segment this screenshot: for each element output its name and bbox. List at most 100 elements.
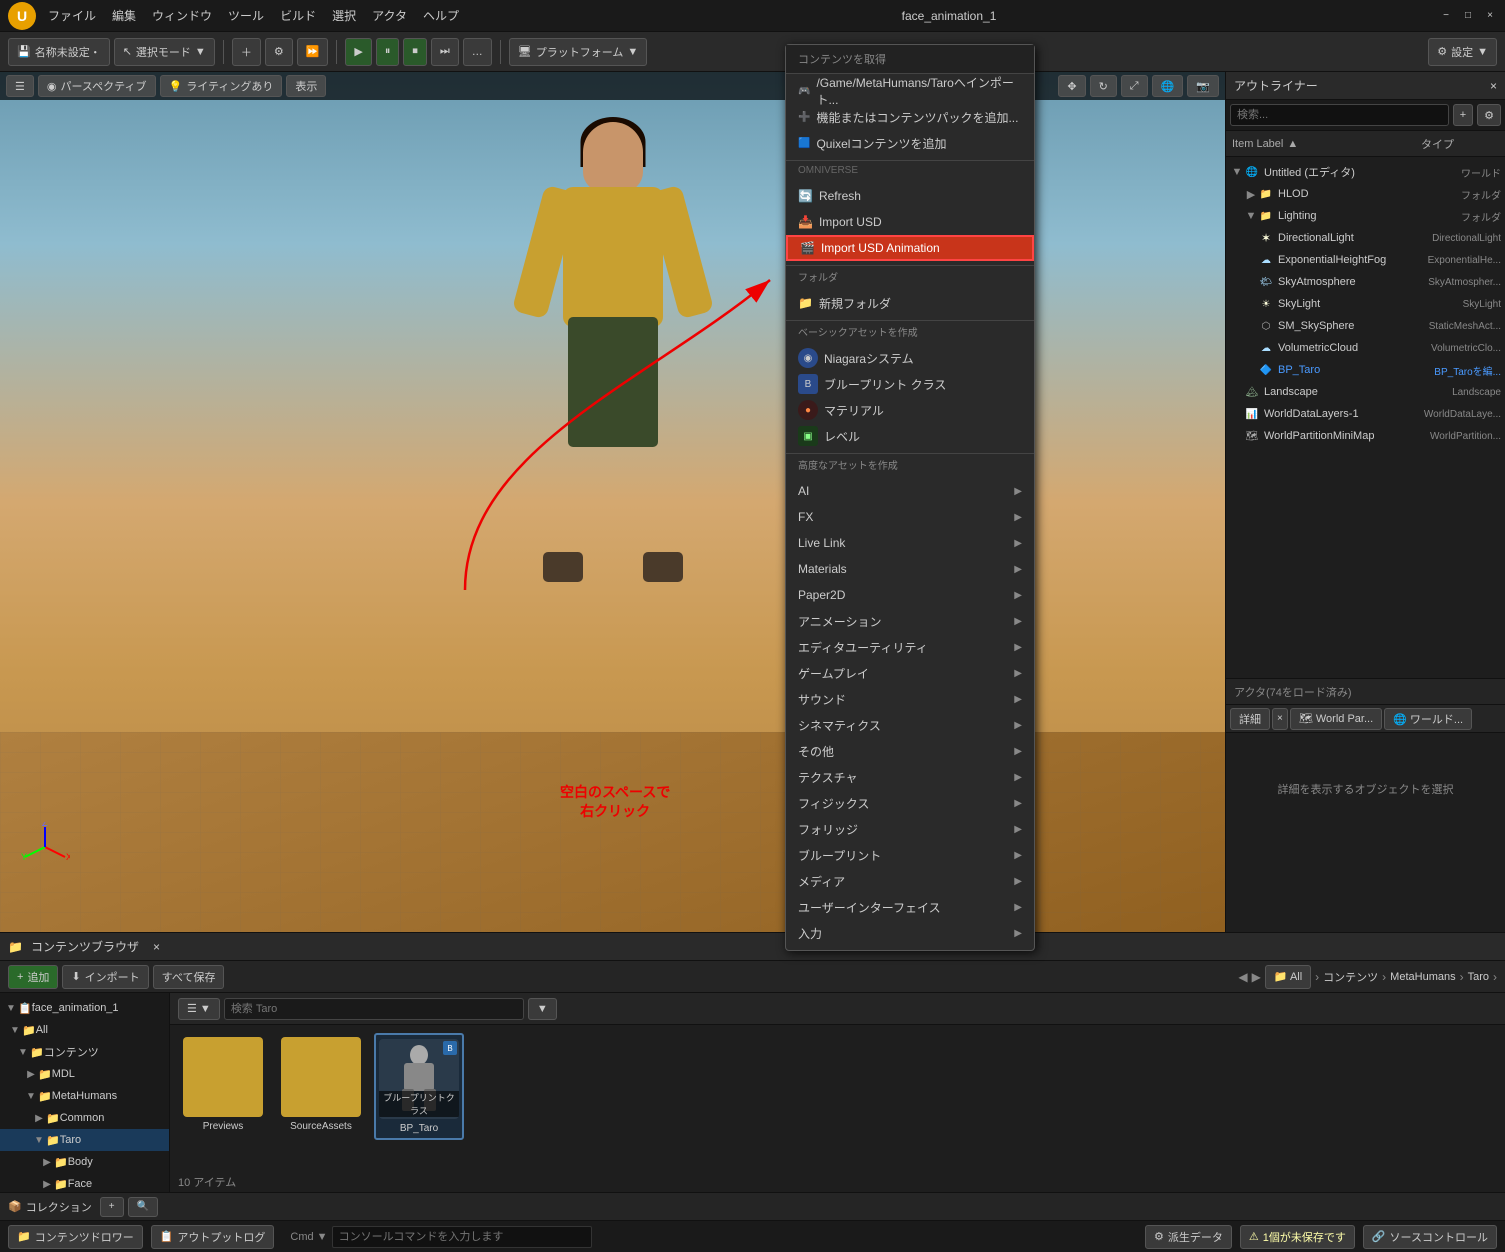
lighting-button[interactable]: 💡 ライティングあり — [160, 75, 283, 97]
ctx-paper2d[interactable]: Paper2D▶ — [786, 582, 1034, 608]
ctx-refresh[interactable]: 🔄 Refresh — [786, 183, 1034, 209]
tree-item-worldpart[interactable]: 🗺 WorldPartitionMiniMap WorldPartition..… — [1226, 425, 1505, 447]
ctx-editorutil[interactable]: エディタユーティリティ▶ — [786, 634, 1034, 660]
collection-search-button[interactable]: 🔍 — [128, 1197, 158, 1217]
play-button[interactable]: ▶ — [345, 38, 371, 66]
ctx-blueprint[interactable]: B ブループリント クラス — [786, 371, 1034, 397]
ctx-physics[interactable]: フィジックス▶ — [786, 790, 1034, 816]
outliner-settings-button[interactable]: ⚙ — [1477, 104, 1501, 126]
ctx-materials[interactable]: Materials▶ — [786, 556, 1034, 582]
ctx-material[interactable]: ● マテリアル — [786, 397, 1034, 423]
skip-button[interactable]: ⏭ — [431, 38, 459, 66]
outliner-tree[interactable]: ▼ 🌐 Untitled (エディタ) ワールド ▶ 📁 HLOD フォルダ ▼… — [1226, 157, 1505, 678]
all-btn[interactable]: 📁 All — [1265, 965, 1311, 989]
ctx-quixel[interactable]: 🟦 Quixelコンテンツを追加 — [786, 130, 1034, 156]
folder-face[interactable]: ▶ 📁 Face — [0, 1173, 169, 1192]
anim-button[interactable]: ⏩ — [297, 38, 329, 66]
folder-all[interactable]: ▼ 📁 All — [0, 1019, 169, 1041]
folder-project[interactable]: ▼ 📋 face_animation_1 — [0, 997, 169, 1019]
vp-move-button[interactable]: ✥ — [1058, 75, 1085, 97]
vp-scale-button[interactable]: ⤢ — [1121, 75, 1148, 97]
console-input[interactable] — [332, 1226, 592, 1248]
worldpar-tab[interactable]: 🗺 World Par... — [1290, 708, 1382, 730]
ctx-cinematic[interactable]: シネマティクス▶ — [786, 712, 1034, 738]
hamburger-button[interactable]: ☰ — [6, 75, 34, 97]
bread-taro[interactable]: Taro — [1468, 971, 1489, 983]
tree-item-untitled[interactable]: ▼ 🌐 Untitled (エディタ) ワールド — [1226, 161, 1505, 183]
tree-item-skysphere[interactable]: ⬡ SM_SkySphere StaticMeshAct... — [1226, 315, 1505, 337]
ctx-animation[interactable]: アニメーション▶ — [786, 608, 1034, 634]
close-button[interactable]: × — [1483, 9, 1497, 23]
platform-button[interactable]: 🖥 プラットフォーム ▼ — [509, 38, 648, 66]
folder-metahumans[interactable]: ▼ 📁 MetaHumans — [0, 1085, 169, 1107]
add-content-button[interactable]: + 追加 — [8, 965, 58, 989]
ctx-foliage[interactable]: フォリッジ▶ — [786, 816, 1034, 842]
pause-button[interactable]: ⏸ — [376, 38, 400, 66]
show-button[interactable]: 表示 — [286, 75, 326, 97]
ctx-input[interactable]: 入力▶ — [786, 920, 1034, 946]
vp-rotate-button[interactable]: ↻ — [1090, 75, 1117, 97]
details-tab[interactable]: 詳細 — [1230, 708, 1270, 730]
ctx-level[interactable]: ▣ レベル — [786, 423, 1034, 449]
save-button[interactable]: 💾 名称未設定・ — [8, 38, 110, 66]
mode-button[interactable]: ↖ 選択モード ▼ — [114, 38, 215, 66]
ctx-import-usd-anim[interactable]: 🎬 Import USD Animation — [786, 235, 1034, 261]
folder-contents[interactable]: ▼ 📁 コンテンツ — [0, 1041, 169, 1063]
settings2-button[interactable]: ⚙ — [265, 38, 293, 66]
tree-item-skylight[interactable]: ☀ SkyLight SkyLight — [1226, 293, 1505, 315]
tree-item-skyatm[interactable]: 🌤 SkyAtmosphere SkyAtmospher... — [1226, 271, 1505, 293]
viewport[interactable]: ☰ ◉ パースペクティブ 💡 ライティングあり 表示 ✥ ↻ ⤢ 🌐 📷 — [0, 72, 1225, 932]
detail-close-button[interactable]: × — [1272, 708, 1288, 730]
minimize-button[interactable]: − — [1439, 9, 1453, 23]
col-label-header[interactable]: Item Label ▲ — [1226, 138, 1415, 150]
tree-item-heightfog[interactable]: ☁ ExponentialHeightFog ExponentialHe... — [1226, 249, 1505, 271]
tree-item-worlddata[interactable]: 📊 WorldDataLayers-1 WorldDataLaye... — [1226, 403, 1505, 425]
col-type-header[interactable]: タイプ — [1415, 136, 1505, 152]
tree-item-landscape[interactable]: 🏔 Landscape Landscape — [1226, 381, 1505, 403]
bread-content[interactable]: コンテンツ — [1323, 969, 1378, 985]
tree-item-volcloud[interactable]: ☁ VolumetricCloud VolumetricClo... — [1226, 337, 1505, 359]
ctx-add-feature[interactable]: ➕ 機能またはコンテンツパックを追加... — [786, 104, 1034, 130]
content-search-input[interactable] — [224, 998, 524, 1020]
folder-body[interactable]: ▶ 📁 Body — [0, 1151, 169, 1173]
ctx-texture[interactable]: テクスチャ▶ — [786, 764, 1034, 790]
menu-edit[interactable]: 編集 — [112, 7, 136, 24]
content-area[interactable]: Previews SourceAssets — [170, 1025, 1505, 1172]
search-dropdown-button[interactable]: ▼ — [528, 998, 557, 1020]
folder-common[interactable]: ▶ 📁 Common — [0, 1107, 169, 1129]
tree-item-directionallight[interactable]: ✶ DirectionalLight DirectionalLight — [1226, 227, 1505, 249]
ctx-import-metahumans[interactable]: 🎮 /Game/MetaHumans/Taroへインポート... — [786, 78, 1034, 104]
maximize-button[interactable]: □ — [1461, 9, 1475, 23]
menu-file[interactable]: ファイル — [48, 7, 96, 24]
world-tab[interactable]: 🌐 ワールド... — [1384, 708, 1472, 730]
content-item-sourceassets[interactable]: SourceAssets — [276, 1033, 366, 1140]
vp-camera-button[interactable]: 📷 — [1187, 75, 1219, 97]
ctx-sound[interactable]: サウンド▶ — [786, 686, 1034, 712]
content-item-previews[interactable]: Previews — [178, 1033, 268, 1140]
folder-tree[interactable]: ▼ 📋 face_animation_1 ▼ 📁 All ▼ 📁 コンテンツ ▶… — [0, 993, 170, 1192]
ctx-niagara[interactable]: ◉ Niagaraシステム — [786, 345, 1034, 371]
source-control-button[interactable]: 🔗 ソースコントロール — [1363, 1225, 1497, 1249]
bread-metahumans[interactable]: MetaHumans — [1390, 971, 1455, 983]
outliner-search-input[interactable] — [1230, 104, 1449, 126]
menu-window[interactable]: ウィンドウ — [152, 7, 212, 24]
content-item-bptaro[interactable]: ブループリントクラス B BP_Taro — [374, 1033, 464, 1140]
forward-button[interactable]: ▶ — [1252, 970, 1261, 984]
menu-build[interactable]: ビルド — [280, 7, 316, 24]
menu-help[interactable]: ヘルプ — [423, 7, 459, 24]
derive-data-button[interactable]: ⚙ 派生データ — [1145, 1225, 1232, 1249]
vp-world-button[interactable]: 🌐 — [1152, 75, 1184, 97]
unsaved-button[interactable]: ⚠ 1個が未保存です — [1240, 1225, 1355, 1249]
ctx-other[interactable]: その他▶ — [786, 738, 1034, 764]
back-button[interactable]: ◀ — [1238, 970, 1247, 984]
tree-item-bptaro[interactable]: 🔷 BP_Taro BP_Taroを編... — [1226, 359, 1505, 381]
ctx-fx[interactable]: FX▶ — [786, 504, 1034, 530]
ctx-import-usd[interactable]: 📥 Import USD — [786, 209, 1034, 235]
outliner-add-button[interactable]: + — [1453, 104, 1473, 126]
content-drawer-tab[interactable]: 📁 コンテンツドロワー — [8, 1225, 143, 1249]
output-log-tab[interactable]: 📋 アウトプットログ — [151, 1225, 275, 1249]
collection-add-button[interactable]: + — [100, 1197, 124, 1217]
menu-select[interactable]: 選択 — [332, 7, 356, 24]
more-button[interactable]: … — [463, 38, 492, 66]
cb-close-button[interactable]: × — [153, 940, 160, 954]
